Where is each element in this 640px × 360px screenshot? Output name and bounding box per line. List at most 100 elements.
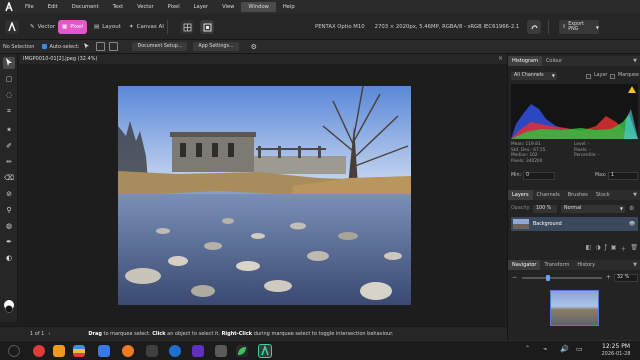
blur-tool[interactable]: ◍ (3, 220, 15, 232)
zoom-slider-handle[interactable] (545, 275, 550, 281)
app-settings-button[interactable]: App Settings... (193, 42, 239, 51)
zoom-in-icon[interactable]: + (606, 274, 611, 281)
flood-select-tool[interactable]: ✶ (3, 124, 15, 136)
layer-checkbox[interactable] (586, 74, 591, 79)
persona-vector[interactable]: ✎ Vector (26, 20, 59, 34)
grid-icon[interactable] (180, 20, 194, 34)
panel-menu-icon[interactable]: ▼ (633, 58, 637, 64)
tab-history[interactable]: History (573, 260, 599, 270)
settings-app-icon[interactable] (146, 345, 158, 357)
chevron-down-icon: ▼ (551, 73, 555, 78)
eye-icon[interactable]: 👁 (629, 222, 635, 227)
duplicate-icon[interactable] (109, 42, 119, 51)
dodge-tool[interactable]: ⊘ (3, 188, 15, 200)
navigator-thumbnail[interactable] (550, 290, 599, 326)
tab-colour[interactable]: Colour (542, 56, 566, 66)
app-menu-icon[interactable] (5, 20, 19, 34)
leaf-app-icon[interactable] (236, 345, 248, 357)
menu-help[interactable]: Help (276, 2, 302, 12)
zoom-slider[interactable] (522, 275, 602, 281)
menu-view[interactable]: View (215, 2, 241, 12)
tab-brushes[interactable]: Brushes (564, 190, 592, 200)
opacity-select[interactable]: 100 % (533, 205, 557, 213)
hand-tool-icon[interactable] (527, 20, 541, 34)
persona-layout[interactable]: ▤ Layout (90, 20, 125, 34)
add-layer-icon[interactable]: ＋ (620, 244, 626, 254)
firefox-icon[interactable] (122, 345, 134, 357)
document-image[interactable] (118, 86, 411, 305)
vivaldi-icon[interactable] (33, 345, 45, 357)
navigator-panel-tabs: Navigator Transform History ▼ (508, 260, 640, 270)
chevron-up-icon[interactable]: ⌃ (525, 345, 537, 357)
move-tool-icon[interactable] (83, 42, 92, 51)
group-icon[interactable]: ▣ (611, 244, 617, 254)
tab-navigator[interactable]: Navigator (508, 260, 541, 270)
move-tool[interactable] (3, 57, 15, 69)
color-swatch[interactable] (3, 300, 15, 313)
gradient-tool[interactable]: ◐ (3, 252, 15, 264)
next-page-icon[interactable]: › (48, 331, 50, 337)
menu-vector[interactable]: Vector (130, 2, 161, 12)
adjustment-icon[interactable]: ◑ (595, 244, 600, 254)
affinity-taskbar-icon[interactable] (258, 344, 272, 358)
paint-brush-tool[interactable]: ✐ (3, 140, 15, 152)
settings-icon[interactable]: ⚙ (629, 205, 634, 212)
brush-icon: ✐ (6, 142, 12, 150)
persona-pixel[interactable]: ▦ Pixel (58, 20, 87, 34)
disk-icon[interactable] (215, 345, 227, 357)
mask-icon[interactable]: ◧ (586, 244, 592, 254)
eraser-tool[interactable]: ⌫ (3, 172, 15, 184)
files-icon[interactable] (98, 345, 110, 357)
network-icon[interactable]: ⌁ (543, 345, 555, 357)
menu-text[interactable]: Text (106, 2, 131, 12)
persona-canvas-ai[interactable]: ✦ Canvas AI (125, 20, 168, 34)
channel-select[interactable]: All Channels ▼ (511, 72, 557, 80)
menu-window[interactable]: Window (241, 2, 276, 12)
gear-icon[interactable]: ⚙ (251, 43, 257, 51)
export-png-button[interactable]: ⇪ Export PNG ▼ (559, 20, 599, 34)
tab-channels[interactable]: Channels (533, 190, 564, 200)
layers-app-icon[interactable] (73, 345, 85, 357)
close-document-icon[interactable]: × (498, 55, 503, 62)
start-icon[interactable] (8, 345, 20, 357)
panel-menu-icon[interactable]: ▼ (633, 192, 637, 198)
fx-icon[interactable]: ƒ (605, 244, 607, 254)
pen-tool[interactable]: ✒ (3, 236, 15, 248)
pencil-tool[interactable]: ✏ (3, 156, 15, 168)
max-input[interactable]: 1 (608, 172, 638, 180)
view-tool[interactable]: ▢ (3, 73, 15, 85)
menu-pixel[interactable]: Pixel (161, 2, 187, 12)
browser-icon[interactable] (169, 345, 181, 357)
auto-select-checkbox[interactable] (42, 44, 48, 49)
tab-histogram[interactable]: Histogram (508, 56, 542, 66)
system-clock[interactable]: 12:25 PM 2026-01-28 (594, 343, 638, 358)
document-setup-button[interactable]: Document Setup... (132, 42, 188, 51)
menu-document[interactable]: Document (65, 2, 106, 12)
battery-icon[interactable]: ▭ (576, 345, 588, 357)
tab-transform[interactable]: Transform (540, 260, 573, 270)
menu-file[interactable]: File (18, 2, 41, 12)
snapping-icon[interactable] (200, 20, 214, 34)
zoom-out-icon[interactable]: − (512, 274, 517, 281)
tab-layers[interactable]: Layers (508, 190, 533, 200)
crop-tool[interactable]: ⌗ (3, 105, 15, 117)
trash-icon[interactable]: 🗑 (630, 244, 638, 254)
selection-brush-tool[interactable]: ◌ (3, 89, 15, 101)
app-orange-icon[interactable] (53, 345, 65, 357)
volume-icon[interactable]: 🔊 (560, 345, 572, 357)
clone-tool[interactable]: ⚲ (3, 204, 15, 216)
layer-item[interactable]: Background 👁 (511, 217, 638, 231)
blend-mode-select[interactable]: Normal ▼ (561, 205, 625, 213)
app-logo-icon[interactable] (0, 0, 18, 14)
zoom-input[interactable]: 32 % (614, 274, 638, 282)
panel-menu-icon[interactable]: ▼ (633, 262, 637, 268)
menu-bar: File Edit Document Text Vector Pixel Lay… (0, 0, 640, 14)
marquee-checkbox[interactable] (610, 74, 615, 79)
menu-edit[interactable]: Edit (41, 2, 65, 12)
transform-origin-icon[interactable] (96, 42, 106, 51)
document-tab[interactable]: IMGP0010-01[2].jpeg (32.4%) (19, 54, 507, 64)
obsidian-icon[interactable] (192, 345, 204, 357)
tab-stock[interactable]: Stock (592, 190, 614, 200)
menu-layer[interactable]: Layer (187, 2, 215, 12)
min-input[interactable]: 0 (523, 172, 555, 180)
